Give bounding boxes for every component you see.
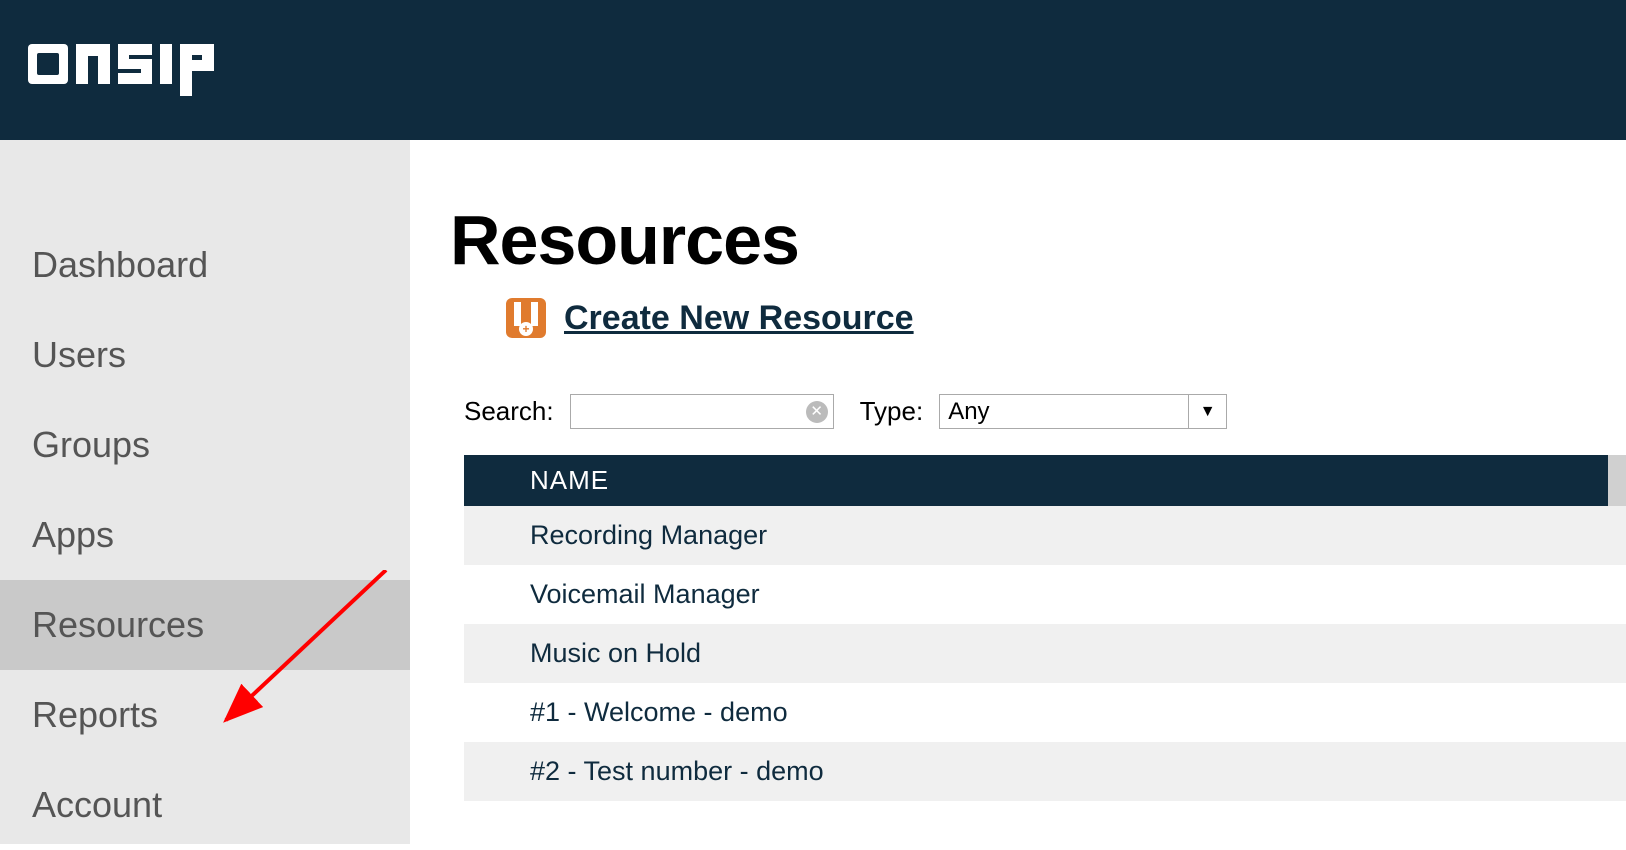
table-header-name[interactable]: NAME xyxy=(464,455,1626,506)
sidebar-item-groups[interactable]: Groups xyxy=(0,400,410,490)
create-resource-link[interactable]: Create New Resource xyxy=(564,299,914,338)
page-title: Resources xyxy=(450,200,1626,280)
table-scrollbar[interactable] xyxy=(1608,455,1626,506)
type-label: Type: xyxy=(860,396,924,427)
filter-row: Search: ✕ Type: Any ▼ xyxy=(464,394,1626,429)
table-row[interactable]: Recording Manager xyxy=(464,506,1626,565)
search-input[interactable] xyxy=(570,394,834,429)
type-dropdown-caret-icon[interactable]: ▼ xyxy=(1189,394,1227,429)
type-select[interactable]: Any xyxy=(939,394,1189,429)
sidebar-item-apps[interactable]: Apps xyxy=(0,490,410,580)
sidebar-nav: Dashboard Users Groups Apps Resources Re… xyxy=(0,140,410,844)
table-row[interactable]: #1 - Welcome - demo xyxy=(464,683,1626,742)
sidebar-item-resources[interactable]: Resources xyxy=(0,580,410,670)
create-resource-icon: + xyxy=(506,298,546,338)
create-new-resource[interactable]: + Create New Resource xyxy=(506,298,1626,338)
table-row[interactable]: #2 - Test number - demo xyxy=(464,742,1626,801)
top-header xyxy=(0,0,1626,140)
table-row[interactable]: Voicemail Manager xyxy=(464,565,1626,624)
sidebar-item-dashboard[interactable]: Dashboard xyxy=(0,220,410,310)
clear-search-icon[interactable]: ✕ xyxy=(806,401,828,423)
main-content: Resources + Create New Resource Search: … xyxy=(410,140,1626,844)
sidebar-item-users[interactable]: Users xyxy=(0,310,410,400)
brand-logo xyxy=(28,38,228,102)
sidebar-item-reports[interactable]: Reports xyxy=(0,670,410,760)
resources-table: NAME Recording Manager Voicemail Manager… xyxy=(464,455,1626,801)
search-label: Search: xyxy=(464,396,554,427)
sidebar-item-account[interactable]: Account xyxy=(0,760,410,850)
table-header-label: NAME xyxy=(530,465,609,495)
table-row[interactable]: Music on Hold xyxy=(464,624,1626,683)
